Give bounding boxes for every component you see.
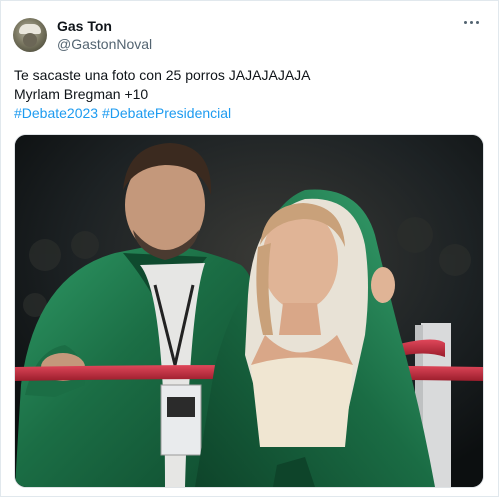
hashtag-debate2023[interactable]: #Debate2023 — [14, 105, 98, 121]
hashtags-line: #Debate2023 #DebatePresidencial — [14, 104, 484, 123]
more-horizontal-icon[interactable] — [464, 19, 480, 25]
tweet-card[interactable]: Gas Ton @GastonNoval Te sacaste una foto… — [0, 0, 499, 497]
avatar-face — [23, 33, 37, 47]
tweet-text-line-1: Te sacaste una foto con 25 porros JAJAJA… — [14, 67, 311, 83]
boxing-ring-photo — [15, 135, 483, 487]
tweet-text-line-2: Myrlam Bregman +10 — [14, 86, 149, 102]
tweet-text: Te sacaste una foto con 25 porros JAJAJA… — [14, 66, 484, 123]
author-handle[interactable]: @GastonNoval — [57, 36, 152, 52]
avatar[interactable] — [13, 18, 47, 52]
tweet-image[interactable] — [14, 134, 484, 488]
author-name[interactable]: Gas Ton — [57, 18, 112, 34]
hashtag-debatepresidencial[interactable]: #DebatePresidencial — [102, 105, 231, 121]
